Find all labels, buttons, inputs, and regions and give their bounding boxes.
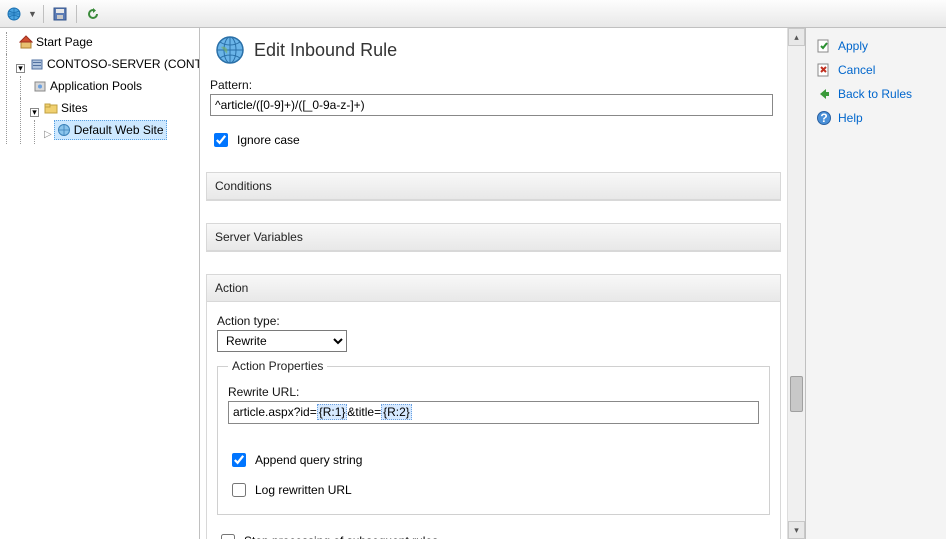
floppy-icon xyxy=(52,6,68,22)
apply-action[interactable]: Apply xyxy=(810,34,942,58)
page-title: Edit Inbound Rule xyxy=(254,40,397,61)
append-query-string-label: Append query string xyxy=(255,453,362,467)
tree-label: Default Web Site xyxy=(74,121,164,139)
chevron-up-icon: ▴ xyxy=(794,32,799,43)
tree-start-page[interactable]: Start Page xyxy=(16,32,96,52)
rewrite-url-label: Rewrite URL: xyxy=(228,385,759,399)
tree-expander[interactable]: ▾ xyxy=(30,108,39,117)
nav-dropdown-button[interactable] xyxy=(4,4,24,24)
tree-label: CONTOSO-SERVER (CONTOS xyxy=(47,55,200,73)
scroll-up-button[interactable]: ▴ xyxy=(788,28,805,46)
tree-default-website[interactable]: Default Web Site xyxy=(54,120,167,140)
cancel-action[interactable]: Cancel xyxy=(810,58,942,82)
dropdown-arrow-icon: ▼ xyxy=(28,9,37,19)
tree-sites[interactable]: Sites xyxy=(41,98,91,118)
action-section: Action Action type: Rewrite Action Prope… xyxy=(206,274,781,539)
cancel-icon xyxy=(816,62,832,78)
conditions-section[interactable]: Conditions xyxy=(206,172,781,201)
scroll-down-button[interactable]: ▾ xyxy=(788,521,805,539)
tree-expander[interactable]: ▾ xyxy=(16,64,25,73)
tree-label: Application Pools xyxy=(50,77,142,95)
globe-small-icon xyxy=(6,6,22,22)
tree-server[interactable]: CONTOSO-SERVER (CONTOS xyxy=(27,54,200,74)
refresh-icon xyxy=(85,6,101,22)
append-query-string-checkbox[interactable] xyxy=(232,453,246,467)
tree-label: Start Page xyxy=(36,33,93,51)
stop-processing-checkbox[interactable] xyxy=(221,534,235,539)
back-label: Back to Rules xyxy=(838,87,912,101)
toolbar: ▼ xyxy=(0,0,946,28)
conditions-header: Conditions xyxy=(207,173,780,200)
action-header: Action xyxy=(207,275,780,302)
back-ref-r2: {R:2} xyxy=(381,404,412,420)
actions-pane: Apply Cancel Back to Rules ? Help xyxy=(806,28,946,539)
action-type-label: Action type: xyxy=(217,314,770,328)
chevron-down-icon: ▾ xyxy=(794,525,799,536)
action-properties-legend: Action Properties xyxy=(228,359,327,373)
back-to-rules-action[interactable]: Back to Rules xyxy=(810,82,942,106)
server-variables-header: Server Variables xyxy=(207,224,780,251)
server-icon xyxy=(30,57,44,71)
svg-text:?: ? xyxy=(820,111,827,125)
folder-icon xyxy=(44,101,58,115)
connections-tree: Start Page ▾ CONTOSO-SERVER (CONTOS Appl… xyxy=(0,28,200,539)
vertical-scrollbar[interactable]: ▴ ▾ xyxy=(787,28,805,539)
home-icon xyxy=(19,35,33,49)
help-label: Help xyxy=(838,111,863,125)
action-properties-fieldset: Action Properties Rewrite URL: article.a… xyxy=(217,366,770,515)
back-ref-r1: {R:1} xyxy=(317,404,348,420)
globe-icon xyxy=(57,123,71,137)
back-arrow-icon xyxy=(816,86,832,102)
save-button[interactable] xyxy=(50,4,70,24)
log-rewritten-checkbox[interactable] xyxy=(232,483,246,497)
content-pane: Edit Inbound Rule Pattern: Ignore case C… xyxy=(200,28,806,539)
rewrite-url-input[interactable]: article.aspx?id={R:1}&title={R:2} xyxy=(228,401,759,424)
cancel-label: Cancel xyxy=(838,63,875,77)
apply-icon xyxy=(816,38,832,54)
scroll-track[interactable] xyxy=(788,46,805,521)
refresh-button[interactable] xyxy=(83,4,103,24)
page-globe-icon xyxy=(214,34,246,66)
pattern-input[interactable] xyxy=(210,94,773,116)
pattern-label: Pattern: xyxy=(210,78,773,92)
apply-label: Apply xyxy=(838,39,868,53)
ignore-case-label: Ignore case xyxy=(237,133,300,147)
tree-expander-collapsed[interactable]: ▷ xyxy=(44,129,52,140)
help-action[interactable]: ? Help xyxy=(810,106,942,130)
stop-processing-label: Stop processing of subsequent rules xyxy=(244,534,438,539)
tree-app-pools[interactable]: Application Pools xyxy=(30,76,145,96)
help-icon: ? xyxy=(816,110,832,126)
log-rewritten-label: Log rewritten URL xyxy=(255,483,352,497)
app-pools-icon xyxy=(33,79,47,93)
action-type-select[interactable]: Rewrite xyxy=(217,330,347,352)
server-variables-section[interactable]: Server Variables xyxy=(206,223,781,252)
scroll-thumb[interactable] xyxy=(790,376,803,412)
ignore-case-checkbox[interactable] xyxy=(214,133,228,147)
tree-label: Sites xyxy=(61,99,88,117)
